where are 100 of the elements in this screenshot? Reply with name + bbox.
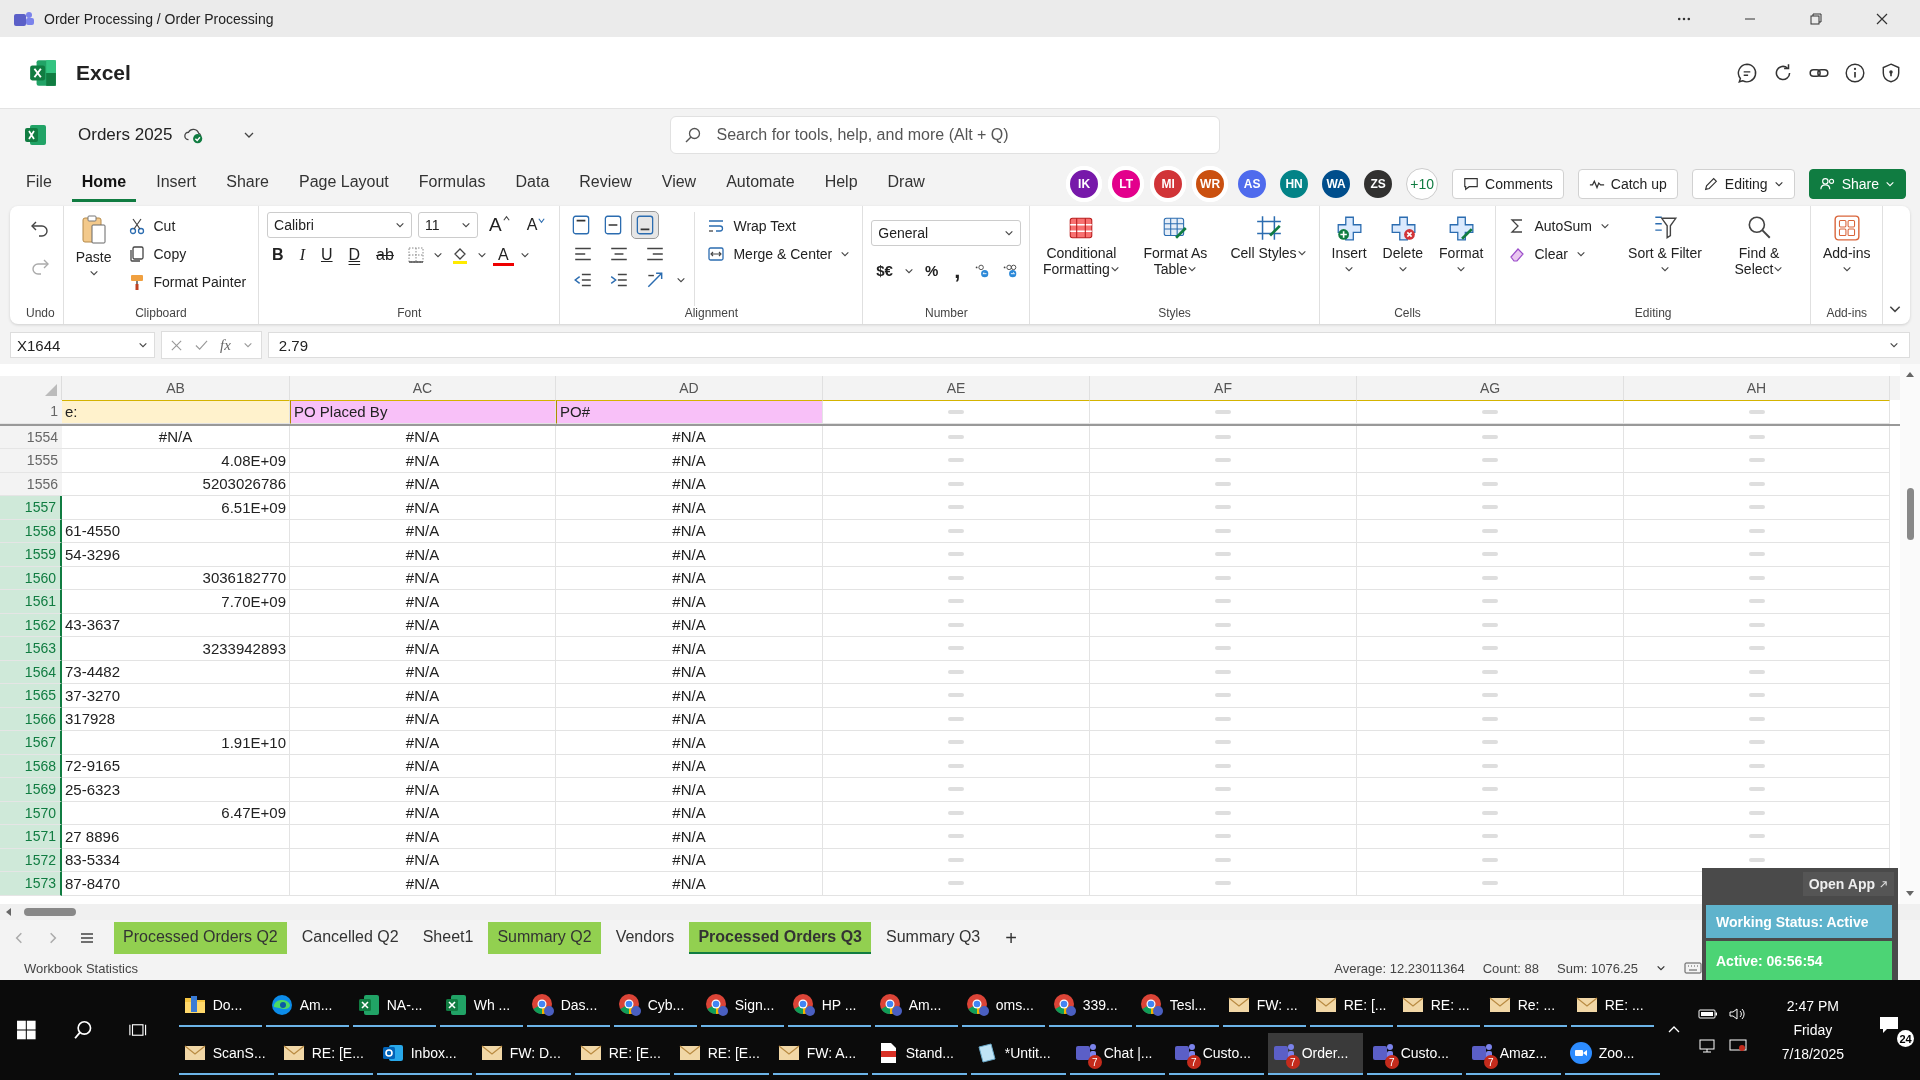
font-style-button[interactable]: ab [371,244,399,266]
taskbar-item[interactable]: 339... [1048,985,1132,1027]
row-header[interactable]: 1566 [0,707,62,731]
styles-button[interactable]: Conditional Formatting [1038,212,1125,280]
taskbar-item[interactable]: RE: ... [1396,985,1480,1027]
open-app-button[interactable]: Open App [1802,872,1894,896]
taskbar-item[interactable]: FW: A... [772,1033,868,1075]
scrollbar-thumb[interactable] [24,908,76,916]
clock-day[interactable]: Friday [1793,1022,1833,1038]
scroll-left-icon[interactable] [4,907,14,917]
chat-icon[interactable] [1736,61,1758,84]
chevron-down-icon[interactable] [476,250,487,260]
font-style-button[interactable]: I [294,244,310,266]
row-header[interactable]: 1555 [0,449,62,473]
row-header[interactable]: 1571 [0,825,62,849]
vertical-align-icon[interactable] [632,212,659,238]
cells-button[interactable]: Delete [1378,212,1428,276]
taskbar-item[interactable]: RE: [E... [673,1033,769,1075]
sort-filter-button[interactable]: Sort & Filter [1622,212,1708,280]
row-header[interactable]: 1559 [0,543,62,567]
avatar[interactable]: AS [1238,169,1267,198]
cells-button[interactable]: Insert [1327,212,1371,276]
grow-font-button[interactable]: A [484,212,516,238]
row-header[interactable]: 1570 [0,801,62,825]
menu-tab[interactable]: Formulas [408,165,496,202]
taskbar-item[interactable]: FW: ... [1222,985,1306,1027]
taskbar-item[interactable]: Am... [874,985,958,1027]
menu-tab[interactable]: Home [71,165,137,202]
styles-button[interactable]: Cell Styles [1226,212,1311,264]
display-icon[interactable] [1727,1039,1748,1053]
chevron-down-icon[interactable] [432,250,443,260]
menu-tab[interactable]: Page Layout [288,165,399,202]
battery-icon[interactable] [1697,1007,1718,1021]
row-header[interactable]: 1 [0,400,62,424]
row-header[interactable]: 1565 [0,684,62,708]
scrollbar-thumb[interactable] [1906,488,1914,540]
add-ins-button[interactable]: Add-ins [1819,212,1875,276]
taskbar-item[interactable]: Cyb... [613,985,697,1027]
avatar[interactable]: WA [1322,169,1351,198]
styles-button[interactable]: Format As Table [1132,212,1219,280]
taskbar-item[interactable]: RE: ... [1570,985,1654,1027]
taskbar-item[interactable]: NA-... [352,985,436,1027]
avatar[interactable]: ZS [1364,169,1393,198]
avatar[interactable]: HN [1280,169,1309,198]
taskbar-item[interactable]: 7 Custo... [1168,1033,1264,1075]
taskbar-item[interactable]: *Untit... [970,1033,1066,1075]
shield-icon[interactable] [1880,61,1902,84]
taskbar-item[interactable]: FW: D... [475,1033,571,1075]
clock-date[interactable]: 7/18/2025 [1781,1046,1844,1062]
menu-tab[interactable]: View [651,165,707,202]
comma-button[interactable]: , [949,261,966,280]
taskbar-item[interactable]: ScanS... [178,1033,274,1075]
taskbar-item[interactable]: RE: [E... [277,1033,373,1075]
row-header[interactable]: 1573 [0,872,62,896]
font-style-button[interactable]: D [343,244,366,266]
row-header[interactable]: 1561 [0,590,62,614]
menu-tab[interactable]: Insert [146,165,207,202]
close-icon[interactable] [1874,11,1890,26]
vertical-scrollbar[interactable] [1900,364,1920,904]
row-header[interactable]: 1563 [0,637,62,661]
sheet-tab[interactable]: Processed Orders Q2 [114,922,287,954]
row-header[interactable]: 1554 [0,425,62,449]
font-style-button[interactable]: U [316,244,338,266]
network-icon[interactable] [1697,1039,1718,1053]
menu-tab[interactable]: Data [505,165,560,202]
menu-icon[interactable] [80,931,94,945]
autosum-button[interactable]: AutoSum [1504,214,1614,238]
currency-button[interactable]: $€ [871,260,898,281]
scroll-up-icon[interactable] [1905,370,1915,380]
chevron-down-icon[interactable] [676,275,687,285]
taskbar-item[interactable]: 7 Order... [1267,1033,1363,1075]
taskbar-item[interactable]: Wh ... [439,985,523,1027]
taskbar-item[interactable]: Inbox... [376,1033,472,1075]
sheet-tab[interactable]: Cancelled Q2 [292,922,408,954]
row-header[interactable]: 1567 [0,731,62,755]
menu-tab[interactable]: Help [814,165,868,202]
row-header[interactable]: 1556 [0,472,62,496]
menu-tab[interactable]: Share [216,165,279,202]
taskbar-item[interactable]: Tesl... [1135,985,1219,1027]
notification-icon[interactable] [1878,1015,1900,1035]
sheet-tab[interactable]: Summary Q3 [877,922,990,954]
taskbar-item[interactable]: HP ... [787,985,871,1027]
font-color-button[interactable]: A [492,244,514,266]
fill-color-icon[interactable] [450,246,469,264]
menu-tab[interactable]: Automate [716,165,805,202]
chevron-down-icon[interactable] [519,250,530,260]
taskbar-item[interactable]: 7 Amaz... [1465,1033,1561,1075]
info-icon[interactable] [1844,61,1866,84]
taskbar-item[interactable]: Stand... [871,1033,967,1075]
shrink-font-button[interactable]: A [521,214,552,236]
font-family-dropdown[interactable]: Calibri [267,212,413,238]
speaker-icon[interactable] [1727,1007,1748,1021]
sheet-tab[interactable]: Vendors [606,922,684,954]
status-text[interactable]: Workbook Statistics [24,960,138,976]
row-header[interactable]: 1557 [0,496,62,520]
taskbar-item[interactable]: Das... [526,985,610,1027]
row-header[interactable]: 1569 [0,778,62,802]
taskbar-item[interactable]: 7 Custo... [1366,1033,1462,1075]
insert-function-button[interactable]: fx [220,336,231,354]
cells-button[interactable]: Format [1435,212,1488,276]
